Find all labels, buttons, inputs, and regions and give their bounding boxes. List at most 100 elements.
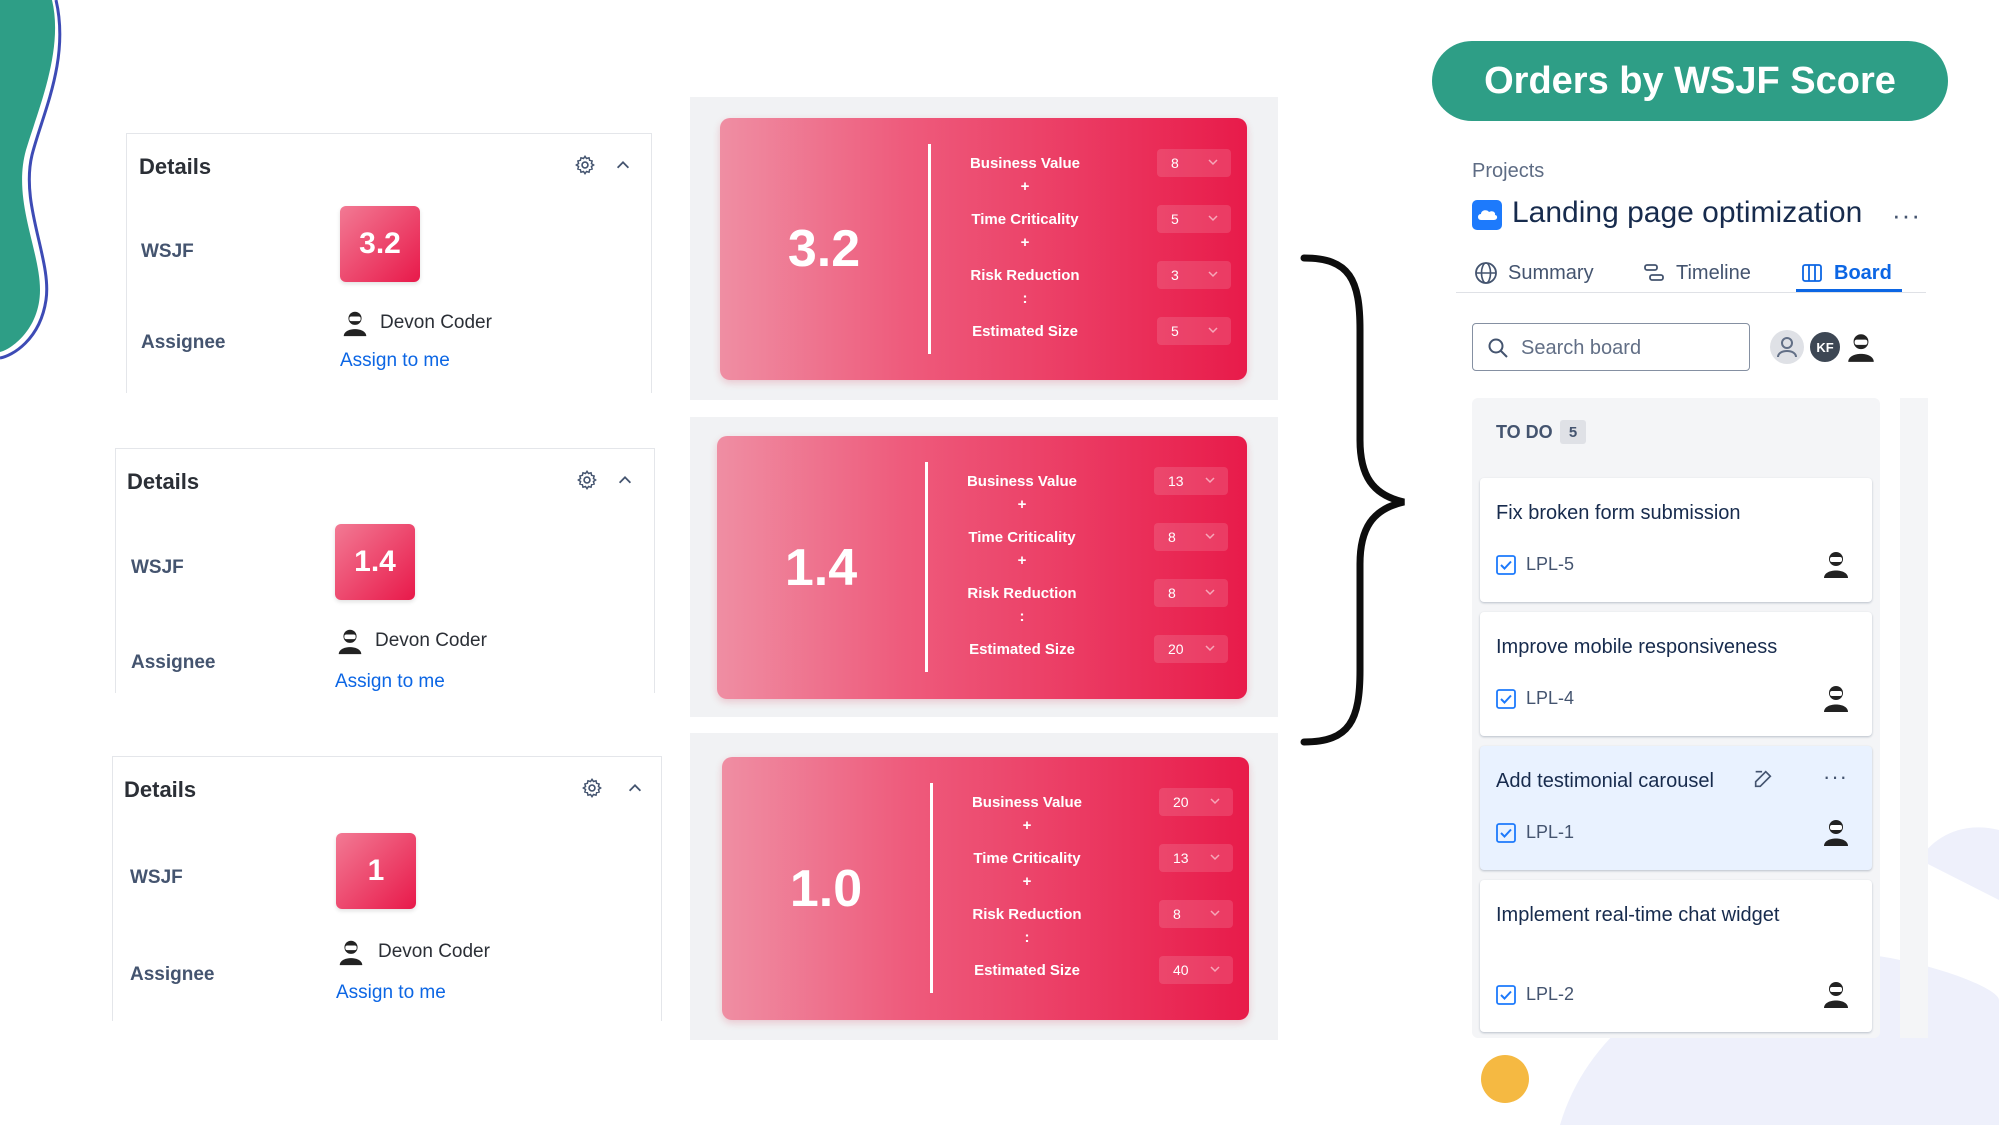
wsjf-score: 1.4: [784, 538, 858, 597]
chevron-down-icon: [1205, 645, 1215, 652]
estimated-size-label: Estimated Size: [974, 962, 1080, 979]
issue-key: LPL-2: [1526, 984, 1575, 1004]
issue-title: Add testimonial carousel: [1496, 770, 1714, 792]
decorative-dot: [1481, 1055, 1529, 1103]
select-value: 8: [1173, 906, 1181, 922]
project-title: Landing page optimization: [1512, 196, 1863, 229]
issue-card[interactable]: Fix broken form submission LPL-5: [1480, 478, 1872, 602]
chevron-up-icon[interactable]: [626, 779, 644, 797]
estimated-size-label: Estimated Size: [972, 323, 1078, 340]
time-criticality-select[interactable]: 5: [1157, 205, 1231, 233]
risk-reduction-label: Risk Reduction: [970, 267, 1080, 284]
issue-key: LPL-5: [1526, 554, 1575, 574]
select-value: 5: [1171, 211, 1179, 227]
estimated-size-select[interactable]: 5: [1157, 317, 1231, 345]
devon-coder-avatar: [343, 311, 367, 337]
chevron-down-icon: [1208, 271, 1218, 278]
tab-timeline[interactable]: Timeline: [1642, 256, 1751, 290]
chevron-up-icon[interactable]: [614, 156, 632, 174]
risk-reduction-select[interactable]: 8: [1159, 900, 1233, 928]
assign-to-me-link[interactable]: Assign to me: [336, 982, 446, 1004]
select-value: 20: [1168, 641, 1184, 657]
decorative-blob-left: [0, 0, 62, 360]
chevron-down-icon: [1208, 215, 1218, 222]
select-value: 5: [1171, 323, 1179, 339]
business-value-label: Business Value: [966, 473, 1078, 490]
assign-to-me-link[interactable]: Assign to me: [335, 671, 445, 693]
gear-icon[interactable]: [581, 777, 603, 799]
select-value: 8: [1168, 529, 1176, 545]
tab-board[interactable]: Board: [1800, 256, 1892, 290]
wsjf-calc-card: 1.0 Business Value + Time Criticality + …: [722, 757, 1249, 1020]
checkbox-task-icon: [1496, 985, 1516, 1005]
card-more-button[interactable]: ···: [1823, 764, 1848, 790]
checkbox-task-icon: [1496, 689, 1516, 709]
assignee-label: Assignee: [141, 332, 226, 353]
assignee-label: Assignee: [131, 652, 216, 673]
assignee-avatar: [1824, 820, 1848, 846]
select-value: 3: [1171, 267, 1179, 283]
breadcrumb-projects[interactable]: Projects: [1472, 160, 1544, 183]
issue-key: LPL-1: [1526, 822, 1575, 842]
unassigned-avatar[interactable]: [1770, 330, 1804, 364]
globe-icon: [1475, 262, 1497, 284]
issue-card[interactable]: Implement real-time chat widget LPL-2: [1480, 880, 1872, 1032]
search-board-field[interactable]: [1472, 323, 1750, 371]
edit-icon[interactable]: [1752, 768, 1774, 790]
next-column-edge: [1900, 398, 1928, 1038]
page-heading: Orders by WSJF Score: [1432, 41, 1948, 121]
wsjf-badge: 3.2: [340, 206, 420, 282]
kf-avatar[interactable]: KF: [1808, 330, 1842, 364]
divider: [930, 783, 933, 993]
risk-reduction-select[interactable]: 8: [1154, 579, 1228, 607]
devon-coder-avatar: [339, 940, 363, 966]
chevron-up-icon[interactable]: [616, 471, 634, 489]
assignee-avatar: [1824, 686, 1848, 712]
issue-card[interactable]: Improve mobile responsiveness LPL-4: [1480, 612, 1872, 736]
business-value-select[interactable]: 13: [1154, 467, 1228, 495]
assignee-avatar: [1824, 982, 1848, 1008]
divide-operator: :: [1022, 290, 1028, 307]
details-title: Details: [139, 154, 212, 179]
chevron-down-icon: [1205, 533, 1215, 540]
column-title: TO DO: [1496, 422, 1553, 442]
gear-icon[interactable]: [576, 469, 598, 491]
risk-reduction-select[interactable]: 3: [1157, 261, 1231, 289]
more-actions-button[interactable]: ···: [1892, 200, 1921, 231]
estimated-size-select[interactable]: 20: [1154, 635, 1228, 663]
details-panel-2: Details WSJF 1.4 Devon Coder Assignee As…: [115, 448, 655, 693]
business-value-select[interactable]: 20: [1159, 788, 1233, 816]
plus-operator: +: [1020, 234, 1030, 251]
time-criticality-label: Time Criticality: [971, 211, 1079, 228]
details-title: Details: [124, 777, 197, 802]
assignee-avatar: [1824, 552, 1848, 578]
plus-operator: +: [1017, 552, 1027, 569]
wsjf-calc-card: 3.2 Business Value + Time Criticality + …: [720, 118, 1247, 380]
devon-coder-avatar-icon: [1848, 334, 1874, 362]
plus-operator: +: [1017, 496, 1027, 513]
details-panel-1: Details WSJF 3.2 Devon Coder Assignee As…: [126, 133, 652, 393]
wsjf-calculator-3: 1.0 Business Value + Time Criticality + …: [690, 733, 1278, 1040]
business-value-label: Business Value: [971, 794, 1083, 811]
active-tab-indicator: [1796, 289, 1902, 292]
select-value: 40: [1173, 962, 1189, 978]
gear-icon[interactable]: [574, 154, 596, 176]
issue-card-hovered[interactable]: Add testimonial carousel ··· LPL-1: [1480, 746, 1872, 870]
cloud-icon: [1478, 210, 1498, 220]
tab-summary[interactable]: Summary: [1474, 256, 1594, 290]
wsjf-label: WSJF: [130, 867, 183, 888]
plus-operator: +: [1020, 178, 1030, 195]
assignee-label: Assignee: [130, 964, 215, 985]
column-count-badge: 5: [1560, 420, 1586, 444]
tab-label: Board: [1834, 261, 1892, 284]
assign-to-me-link[interactable]: Assign to me: [340, 350, 450, 372]
time-criticality-select[interactable]: 8: [1154, 523, 1228, 551]
search-input[interactable]: [1519, 332, 1743, 364]
select-value: 8: [1171, 155, 1179, 171]
chevron-down-icon: [1210, 910, 1220, 917]
estimated-size-select[interactable]: 40: [1159, 956, 1233, 984]
assignee-name: Devon Coder: [380, 312, 492, 333]
time-criticality-select[interactable]: 13: [1159, 844, 1233, 872]
business-value-select[interactable]: 8: [1157, 149, 1231, 177]
coder-avatar[interactable]: [1844, 330, 1878, 364]
